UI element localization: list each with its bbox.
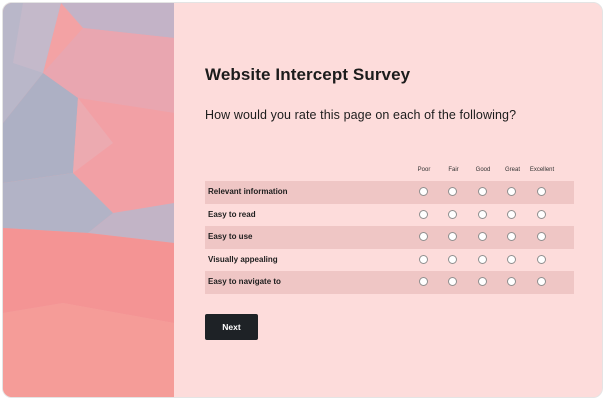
survey-panel: Website Intercept Survey How would you r… — [174, 3, 602, 397]
radio-excellent[interactable] — [536, 254, 546, 264]
next-button[interactable]: Next — [205, 314, 258, 340]
radio-excellent[interactable] — [536, 187, 546, 196]
radio-poor[interactable] — [418, 209, 428, 219]
row-label: Easy to use — [208, 232, 253, 241]
survey-window: Website Intercept Survey How would you r… — [2, 2, 603, 398]
radio-great[interactable] — [507, 187, 516, 196]
matrix-row: Easy to read — [205, 204, 574, 227]
radio-good[interactable] — [477, 232, 487, 241]
radio-good[interactable] — [477, 209, 487, 219]
radio-poor[interactable] — [418, 187, 428, 196]
radio-poor[interactable] — [418, 277, 428, 286]
survey-title: Website Intercept Survey — [205, 65, 411, 84]
matrix-row: Easy to navigate to — [205, 271, 574, 294]
radio-great[interactable] — [507, 277, 516, 286]
decorative-abstract-image — [3, 3, 174, 397]
row-label: Relevant information — [208, 187, 288, 196]
radio-great[interactable] — [507, 254, 516, 264]
radio-great[interactable] — [507, 232, 516, 241]
radio-great[interactable] — [507, 209, 516, 219]
radio-good[interactable] — [477, 277, 487, 286]
survey-question: How would you rate this page on each of … — [205, 108, 517, 122]
row-label: Easy to navigate to — [208, 277, 281, 286]
row-label: Easy to read — [208, 209, 256, 219]
radio-fair[interactable] — [448, 232, 457, 241]
radio-good[interactable] — [477, 254, 487, 264]
matrix-row: Easy to use — [205, 226, 574, 249]
radio-excellent[interactable] — [536, 232, 546, 241]
radio-fair[interactable] — [448, 209, 457, 219]
matrix-row: Relevant information — [205, 181, 574, 204]
radio-excellent[interactable] — [536, 209, 546, 219]
radio-excellent[interactable] — [536, 277, 546, 286]
row-label: Visually appealing — [208, 254, 278, 264]
rating-matrix: Relevant information Easy to read Easy to … — [205, 181, 574, 294]
column-header-excellent: Excellent — [529, 167, 555, 173]
radio-fair[interactable] — [448, 277, 457, 286]
radio-poor[interactable] — [418, 254, 428, 264]
radio-poor[interactable] — [418, 232, 428, 241]
matrix-row: Visually appealing — [205, 249, 574, 272]
radio-fair[interactable] — [448, 254, 457, 264]
radio-good[interactable] — [477, 187, 487, 196]
abstract-polygon-art — [3, 3, 174, 397]
radio-fair[interactable] — [448, 187, 457, 196]
